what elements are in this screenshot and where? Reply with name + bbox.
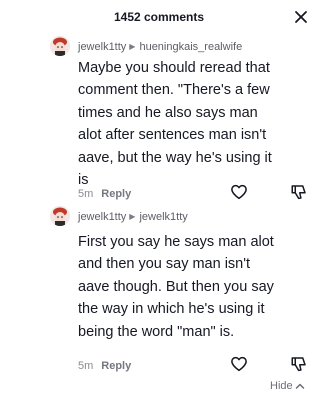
comments-panel: 1452 comments jewelk1tty ▶ hueningkais_rea…: [0, 0, 318, 395]
heart-outline-icon[interactable]: [230, 183, 248, 201]
comment-author[interactable]: jewelk1tty: [78, 41, 126, 53]
comment-time: 5m: [78, 188, 94, 200]
comment-meta: 5m Reply: [78, 188, 131, 200]
thumbs-down-icon[interactable]: [290, 355, 308, 373]
reply-arrow-icon: ▶: [129, 42, 136, 51]
comment-author-line: jewelk1tty ▶ hueningkais_realwife: [78, 40, 242, 54]
comment-text: Maybe you should reread that comment the…: [78, 60, 272, 189]
reply-button[interactable]: Reply: [101, 188, 131, 200]
avatar[interactable]: [50, 36, 70, 56]
hide-label: Hide: [270, 380, 293, 392]
comment-meta: 5m Reply: [78, 360, 131, 372]
chevron-up-icon: [295, 381, 305, 393]
hide-replies-button[interactable]: Hide: [270, 380, 305, 393]
thumbs-down-icon[interactable]: [290, 183, 308, 201]
comment-time: 5m: [78, 360, 94, 372]
comment-author-line: jewelk1tty ▶ jewelk1tty: [78, 210, 188, 224]
comments-count-title: 1452 comments: [113, 10, 205, 24]
comment-reply-to[interactable]: jewelk1tty: [139, 211, 187, 223]
comments-header: 1452 comments: [0, 0, 318, 34]
heart-outline-icon[interactable]: [230, 355, 248, 373]
reply-arrow-icon: ▶: [129, 212, 136, 221]
avatar[interactable]: [50, 206, 70, 226]
close-icon[interactable]: [292, 8, 310, 26]
comment-author[interactable]: jewelk1tty: [78, 211, 126, 223]
comment-text: First you say he says man alot and then …: [78, 234, 274, 340]
reply-button[interactable]: Reply: [101, 360, 131, 372]
comment-reply-to[interactable]: hueningkais_realwife: [139, 41, 242, 53]
